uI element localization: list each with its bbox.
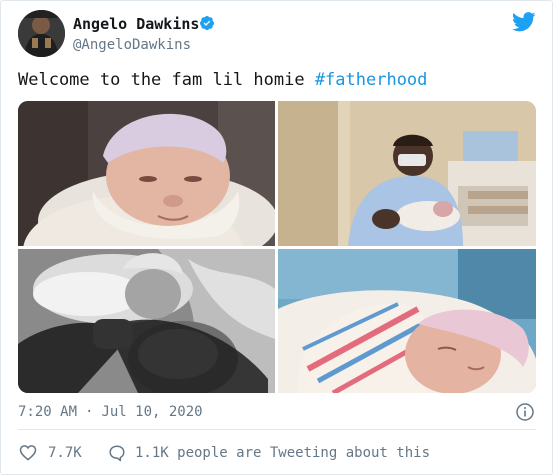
- author-handle[interactable]: @AngeloDawkins: [73, 37, 191, 53]
- avatar[interactable]: [18, 10, 65, 57]
- speech-bubble-icon[interactable]: [108, 444, 126, 462]
- verified-badge-icon: [200, 16, 214, 31]
- heart-icon[interactable]: [19, 444, 37, 461]
- twitter-bird-icon[interactable]: [512, 12, 536, 32]
- info-icon[interactable]: [516, 403, 534, 421]
- tweet-date: Jul 10, 2020: [101, 404, 203, 420]
- tweet-text: Welcome to the fam lil homie #fatherhood: [18, 70, 427, 90]
- media-grid: [18, 101, 536, 393]
- people-tweeting-link[interactable]: 1.1K people are Tweeting about this: [135, 445, 430, 461]
- tweet-card: Angelo Dawkins @AngeloDawkins Welcome to…: [0, 0, 553, 475]
- meta-separator: ·: [85, 404, 94, 420]
- like-count[interactable]: 7.7K: [48, 445, 82, 461]
- photo-baby-striped-blanket[interactable]: [278, 249, 536, 393]
- photo-father-holding-baby[interactable]: [278, 101, 536, 246]
- hashtag-link[interactable]: #fatherhood: [315, 70, 428, 90]
- avatar-image: [18, 10, 65, 57]
- photo-mother-baby-bw[interactable]: [18, 249, 275, 393]
- divider: [18, 429, 536, 430]
- tweet-timestamp[interactable]: 7:20 AM · Jul 10, 2020: [18, 404, 203, 420]
- author-name[interactable]: Angelo Dawkins: [73, 15, 199, 33]
- tweet-time: 7:20 AM: [18, 404, 78, 420]
- photo-newborn-closeup[interactable]: [18, 101, 275, 246]
- tweet-body: Welcome to the fam lil homie: [18, 70, 315, 90]
